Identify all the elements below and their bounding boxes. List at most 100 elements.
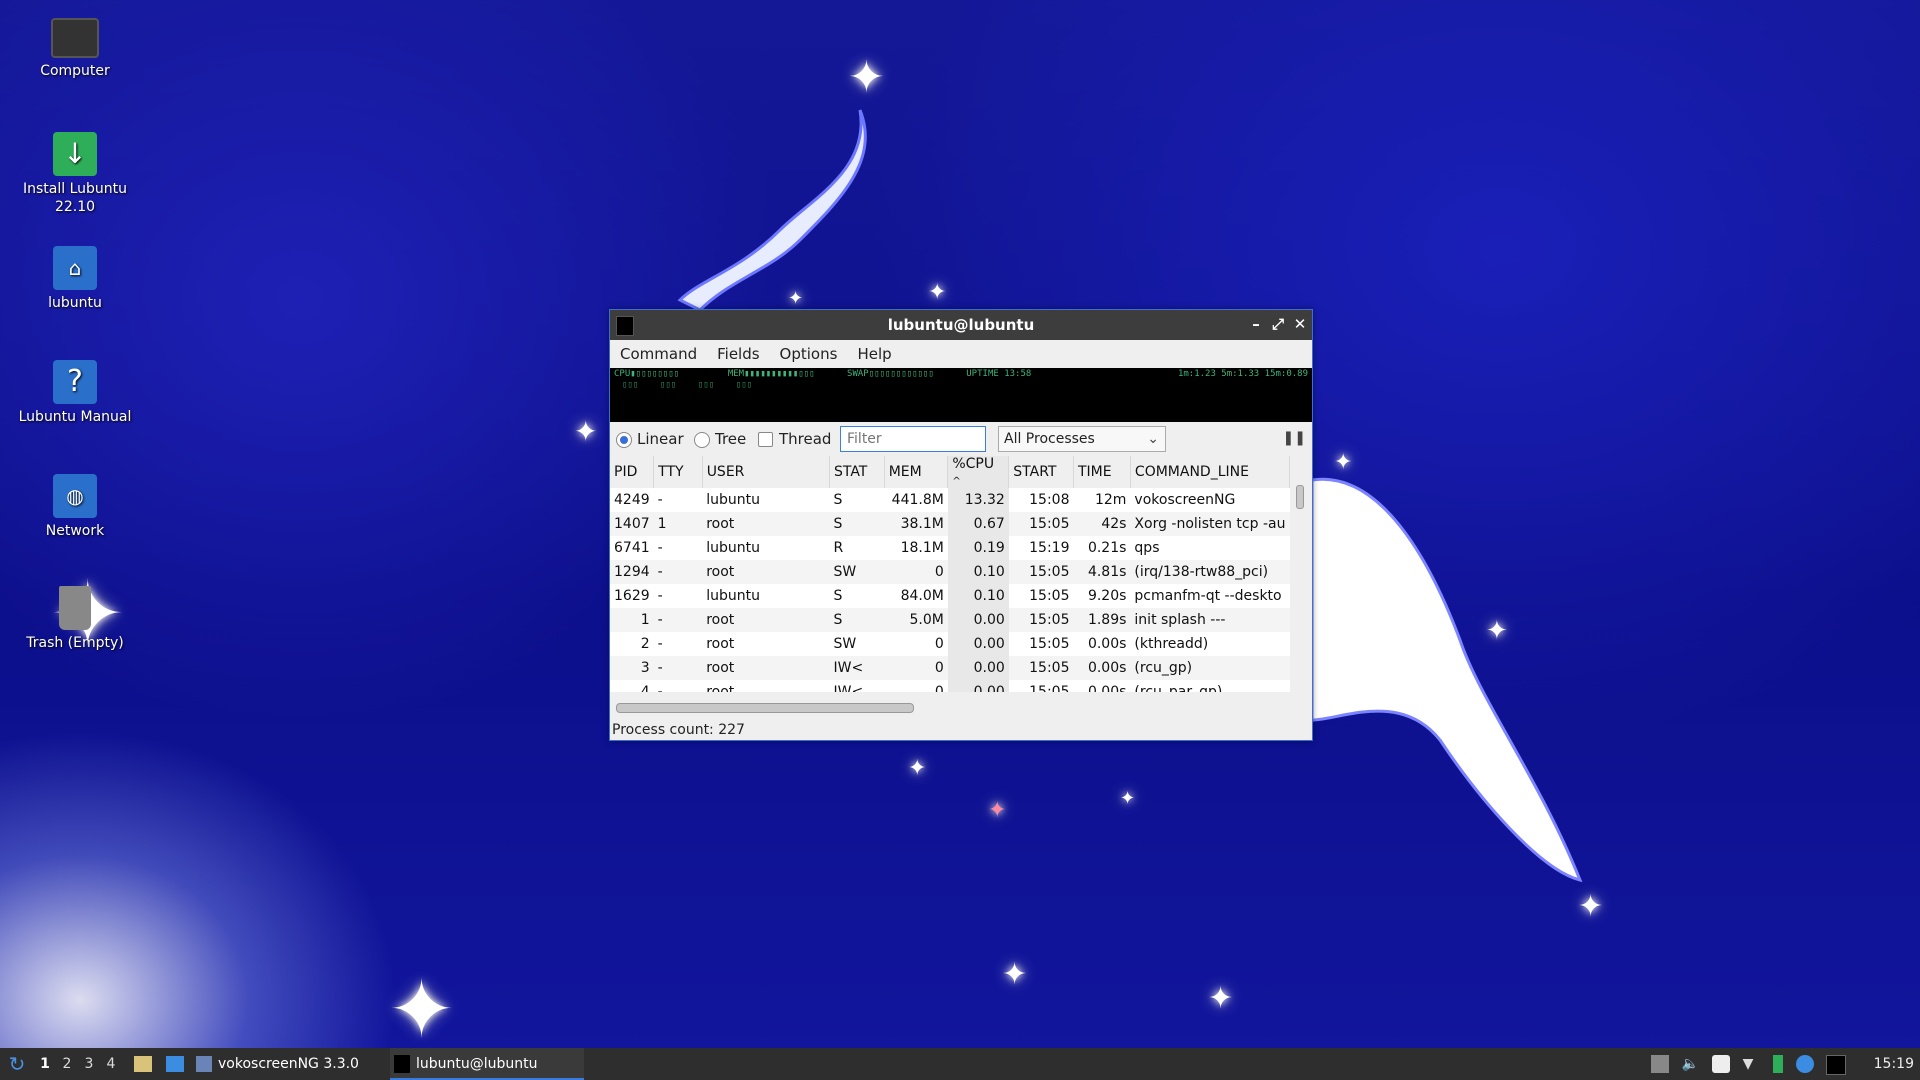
cell-time: 42s: [1073, 512, 1131, 536]
cell-command: qps: [1130, 536, 1290, 560]
close-button[interactable]: ✕: [1290, 314, 1310, 334]
col-header-stat[interactable]: STAT: [829, 456, 885, 488]
qps-window[interactable]: lubuntu@lubuntu – ⤢ ✕ Command Fields Optio…: [609, 309, 1313, 741]
quicklaunch: [134, 1048, 185, 1080]
filter-input[interactable]: [840, 426, 986, 452]
status-bar: Process count: 227: [612, 722, 745, 738]
start-menu-button[interactable]: ↻: [4, 1048, 30, 1080]
scrollbar-thumb[interactable]: [1296, 485, 1304, 509]
col-header-start[interactable]: START: [1008, 456, 1074, 488]
table-row[interactable]: 1407 1 root S 38.1M 0.67 15:05 42s Xorg -noliste…: [610, 512, 1290, 536]
tree-label: Tree: [715, 430, 747, 448]
desktop-icon-lubuntu-manual[interactable]: ? Lubuntu Manual: [15, 360, 135, 426]
thread-checkbox[interactable]: [758, 432, 773, 447]
menu-options[interactable]: Options: [770, 340, 848, 363]
wifi-icon[interactable]: ▼: [1743, 1055, 1761, 1073]
home-folder-icon: ⌂: [53, 246, 97, 290]
cell-mem: 0: [884, 560, 948, 584]
cell-mem: 0: [884, 680, 948, 692]
linear-radio[interactable]: [616, 432, 632, 448]
computer-icon: [51, 18, 99, 58]
cell-stat: S: [829, 584, 885, 608]
cell-mem: 18.1M: [884, 536, 948, 560]
menu-help[interactable]: Help: [847, 340, 901, 363]
maximize-button[interactable]: ⤢: [1268, 314, 1288, 334]
desktop-icon-label: Install Lubuntu 22.10: [22, 181, 127, 215]
cell-cpu: 0.00: [947, 656, 1009, 680]
process-filter-select[interactable]: All Processes ⌄: [998, 426, 1166, 452]
cell-stat: SW: [829, 632, 885, 656]
clipboard-icon[interactable]: [1651, 1055, 1670, 1073]
table-row[interactable]: 6741- lubuntu R 18.1M 0.19 15:19 0.21s qps: [610, 536, 1290, 560]
mem-label: MEM: [727, 369, 745, 379]
desktop-icon-computer[interactable]: Computer: [15, 18, 135, 80]
tree-radio[interactable]: [694, 432, 710, 448]
menu-fields[interactable]: Fields: [707, 340, 769, 363]
col-header-cpu[interactable]: %CPU ^: [947, 456, 1010, 488]
cell-time: 0.00s: [1073, 680, 1131, 692]
updates-icon[interactable]: [1795, 1055, 1814, 1073]
menu-command[interactable]: Command: [610, 340, 707, 363]
pause-button[interactable]: ❚❚: [1283, 430, 1306, 446]
desktop-icon-label: Trash (Empty): [26, 635, 124, 651]
trash-icon: [59, 586, 91, 630]
horizontal-scrollbar[interactable]: [616, 703, 914, 713]
vertical-scrollbar[interactable]: [1294, 481, 1304, 691]
col-header-pid[interactable]: PID: [610, 456, 655, 488]
workspace-4[interactable]: 4: [100, 1048, 122, 1080]
battery-icon[interactable]: [1773, 1055, 1784, 1073]
cell-cpu: 0.10: [947, 584, 1009, 608]
cell-pid: 3: [610, 656, 654, 680]
workspace-2[interactable]: 2: [56, 1048, 78, 1080]
show-desktop-icon[interactable]: [166, 1056, 185, 1072]
cell-stat: IW<: [829, 680, 885, 692]
desktop-icon-home-folder[interactable]: ⌂ lubuntu: [15, 246, 135, 312]
cell-user: lubuntu: [702, 584, 830, 608]
desktop-icon-install-lubuntu[interactable]: ↓ Install Lubuntu 22.10: [15, 132, 135, 216]
task-vokoscreen[interactable]: vokoscreenNG 3.3.0: [196, 1048, 386, 1080]
cell-mem: 38.1M: [884, 512, 948, 536]
cell-pid: 1407: [610, 512, 654, 536]
table-row[interactable]: 3- root IW< 0 0.00 15:05 0.00s (rcu_gp): [610, 656, 1290, 680]
table-row[interactable]: 1629- lubuntu S 84.0M 0.10 15:05 9.20s pcmanfm-…: [610, 584, 1290, 608]
cell-stat: S: [829, 608, 885, 632]
system-tray: 🔈 ▼: [1647, 1048, 1850, 1080]
minimize-button[interactable]: –: [1246, 314, 1266, 334]
col-header-mem[interactable]: MEM: [884, 456, 949, 488]
workspace-3[interactable]: 3: [78, 1048, 100, 1080]
notes-icon[interactable]: [1712, 1055, 1731, 1073]
table-row[interactable]: 2- root SW 0 0.00 15:05 0.00s (kthreadd): [610, 632, 1290, 656]
volume-icon[interactable]: 🔈: [1682, 1055, 1700, 1073]
table-row[interactable]: 4- root IW< 0 0.00 15:05 0.00s (rcu_par_gp): [610, 680, 1290, 692]
col-header-tty[interactable]: TTY: [653, 456, 703, 488]
col-header-time[interactable]: TIME: [1073, 456, 1131, 488]
terminal-tray-icon[interactable]: [1826, 1055, 1846, 1075]
table-row[interactable]: 1294- root SW 0 0.10 15:05 4.81s (irq/138-rtw88…: [610, 560, 1290, 584]
cell-stat: SW: [829, 560, 885, 584]
col-header-user[interactable]: USER: [702, 456, 830, 488]
process-filter-value: All Processes: [1004, 431, 1095, 447]
col-header-command[interactable]: COMMAND_LINE: [1130, 456, 1290, 488]
desktop-icon-trash[interactable]: Trash (Empty): [15, 586, 135, 652]
desktop-icon-network[interactable]: ◍ Network: [15, 474, 135, 540]
cell-tty: -: [653, 488, 703, 512]
desktop-icon-label: lubuntu: [48, 295, 102, 311]
system-graph: CPU▮▯▯▯▯▯▯▯▯ MEM▮▮▮▮▮▮▮▮▮▮▯▯▯ SWAP▯▯▯▯▯▯…: [610, 368, 1312, 422]
table-row[interactable]: 4249- lubuntu S 441.8M 13.32 15:08 12m vokoscre…: [610, 488, 1290, 512]
cell-start: 15:19: [1008, 536, 1074, 560]
process-table[interactable]: PID TTY USER STAT MEM %CPU ^ START TIME …: [610, 456, 1290, 692]
cpu-label: CPU: [614, 369, 631, 379]
cell-tty: -: [653, 560, 703, 584]
desktop-icon-label: Lubuntu Manual: [18, 409, 132, 425]
col-header-cpu-label: %CPU: [952, 456, 995, 472]
workspace-1[interactable]: 1: [34, 1048, 56, 1080]
cell-start: 15:05: [1008, 512, 1074, 536]
cell-cpu: 0.00: [947, 680, 1009, 692]
help-icon: ?: [53, 360, 97, 404]
table-row[interactable]: 1- root S 5.0M 0.00 15:05 1.89s init splash ---: [610, 608, 1290, 632]
window-titlebar[interactable]: lubuntu@lubuntu – ⤢ ✕: [610, 310, 1312, 340]
cell-command: pcmanfm-qt --deskto: [1130, 584, 1290, 608]
clock[interactable]: 15:19: [1874, 1048, 1914, 1080]
file-manager-icon[interactable]: [134, 1056, 152, 1072]
task-terminal[interactable]: lubuntu@lubuntu: [390, 1048, 584, 1080]
